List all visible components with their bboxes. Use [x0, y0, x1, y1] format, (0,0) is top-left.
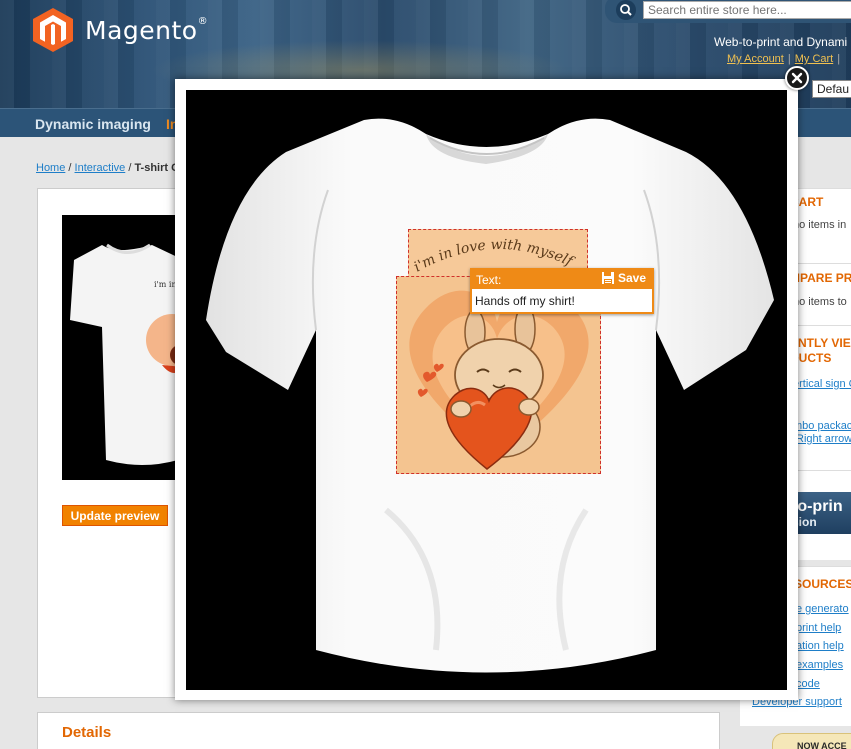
banner-line-1: to-prin — [792, 498, 843, 515]
store-select[interactable]: Defau — [812, 80, 851, 98]
breadcrumb-interactive[interactable]: Interactive — [75, 162, 126, 174]
update-preview-button[interactable]: Update preview — [62, 505, 168, 526]
preview-modal: i'm in love with myself Text: Save Hands… — [175, 79, 798, 700]
banner-line-2: sion — [792, 515, 817, 529]
close-modal-button[interactable] — [785, 66, 809, 90]
cart-empty-text: no items in — [793, 219, 847, 231]
logo-text: Magento® — [85, 15, 209, 45]
save-button-label: Save — [617, 271, 646, 285]
search-icon[interactable] — [615, 0, 637, 21]
floppy-disk-icon — [601, 272, 614, 284]
compare-heading: MPARE PRO — [790, 271, 851, 285]
close-icon — [791, 72, 803, 84]
text-editor-header: Text: Save — [472, 270, 652, 289]
recently-viewed-heading: ENTLY VIE — [790, 336, 851, 350]
breadcrumb-home[interactable]: Home — [36, 162, 65, 174]
link-separator: | — [787, 53, 791, 65]
text-editor-popup: Text: Save — [470, 268, 654, 314]
design-canvas[interactable]: i'm in love with myself Text: Save Hands… — [186, 90, 787, 690]
my-account-link[interactable]: My Account — [727, 53, 784, 65]
resource-link-3[interactable]: ation help — [796, 640, 844, 652]
resource-link-5[interactable]: code — [796, 678, 820, 690]
magento-logo-icon — [33, 8, 73, 52]
details-panel — [37, 712, 720, 749]
svg-text:i'm in: i'm in — [154, 280, 177, 289]
recent-link-2[interactable]: mbo packac — [793, 420, 851, 432]
header-tagline: Web-to-print and Dynami — [714, 35, 848, 49]
compare-empty-text: no items to — [793, 296, 847, 308]
my-cart-link[interactable]: My Cart — [795, 53, 834, 65]
resource-link-2[interactable]: print help — [796, 622, 841, 634]
nav-item-dynamic-imaging[interactable]: Dynamic imaging — [35, 116, 151, 132]
web-to-print-banner[interactable]: to-prin sion — [790, 492, 851, 534]
text-editor-label: Text: — [476, 272, 502, 287]
search-input[interactable] — [643, 0, 851, 19]
now-accepting-badge: NOW ACCE — [772, 733, 851, 749]
save-button[interactable]: Save — [601, 271, 646, 285]
site-logo[interactable]: Magento® — [33, 8, 208, 52]
resource-link-1[interactable]: e generato — [796, 603, 849, 615]
recent-link-1[interactable]: ertical sign C — [793, 378, 851, 390]
product-preview-image: i'm in — [62, 215, 192, 480]
resources-heading: SOURCES — [794, 577, 851, 591]
breadcrumb: Home / Interactive / T-shirt C — [36, 162, 180, 174]
text-editor-input[interactable] — [472, 289, 652, 312]
recent-link-3[interactable]: Right arrow — [796, 433, 851, 445]
header-links: My Account | My Cart | — [727, 53, 844, 65]
breadcrumb-current: T-shirt C — [134, 162, 180, 174]
link-separator: | — [837, 53, 841, 65]
resource-link-4[interactable]: examples — [796, 659, 843, 671]
search-bar — [605, 0, 851, 23]
details-title: Details — [62, 724, 112, 741]
